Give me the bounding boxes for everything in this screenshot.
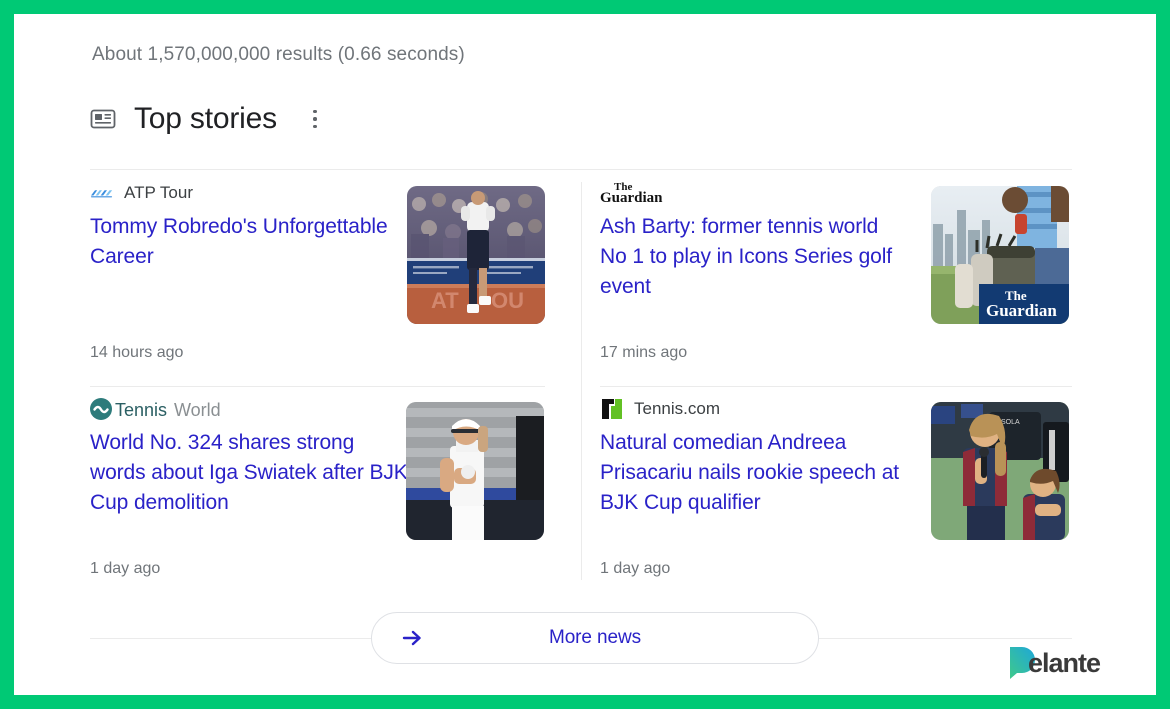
story-source: Tennis World xyxy=(90,396,408,422)
svg-text:AT: AT xyxy=(431,288,459,313)
story-timestamp: 17 mins ago xyxy=(600,344,687,362)
story-text: ATP Tour Tommy Robredo's Unforgettable C… xyxy=(90,180,408,272)
story-source: Tennis.com xyxy=(600,396,902,422)
svg-text:OU: OU xyxy=(491,288,524,313)
story-source-name: ATP Tour xyxy=(124,183,193,203)
arrow-right-icon xyxy=(400,626,424,650)
kebab-menu-icon[interactable] xyxy=(305,106,325,132)
newspaper-icon xyxy=(90,106,116,132)
story-headline[interactable]: World No. 324 shares strong words about … xyxy=(90,428,408,518)
top-stories-header: Top stories xyxy=(90,98,325,140)
story-text: Tennis.com Natural comedian Andreea Pris… xyxy=(600,396,902,518)
top-stories-title: Top stories xyxy=(134,102,277,136)
tennis-com-logo xyxy=(600,397,624,421)
svg-text:Guardian: Guardian xyxy=(986,301,1057,320)
tennisworld-logo: Tennis World xyxy=(90,396,248,422)
story-headline[interactable]: Tommy Robredo's Unforgettable Career xyxy=(90,212,408,272)
story-source: The Guardian xyxy=(600,180,902,206)
search-results-page: About 1,570,000,000 results (0.66 second… xyxy=(14,14,1156,695)
more-news-label: More news xyxy=(549,627,641,649)
story-thumbnail[interactable]: AT OU xyxy=(407,186,545,324)
story-timestamp: 1 day ago xyxy=(600,560,670,578)
more-news-button[interactable]: More news xyxy=(371,612,819,664)
results-count: About 1,570,000,000 results (0.66 second… xyxy=(92,44,465,66)
story-card[interactable]: Tennis World World No. 324 shares strong… xyxy=(90,396,545,586)
story-headline[interactable]: Natural comedian Andreea Prisacariu nail… xyxy=(600,428,902,518)
story-text: The Guardian Ash Barty: former tennis wo… xyxy=(600,180,902,302)
story-headline[interactable]: Ash Barty: former tennis world No 1 to p… xyxy=(600,212,902,302)
story-thumbnail[interactable] xyxy=(406,402,544,540)
story-card[interactable]: ATP Tour Tommy Robredo's Unforgettable C… xyxy=(90,180,545,370)
divider-top xyxy=(90,169,1072,170)
svg-text:Guardian: Guardian xyxy=(600,190,663,206)
svg-text:SOLA: SOLA xyxy=(1001,419,1020,426)
story-card[interactable]: Tennis.com Natural comedian Andreea Pris… xyxy=(600,396,1055,586)
the-guardian-logo: The Guardian xyxy=(600,178,686,208)
delante-watermark: elante xyxy=(1008,645,1138,679)
story-thumbnail[interactable]: The Guardian xyxy=(931,186,1069,324)
divider-vertical xyxy=(581,182,582,580)
story-card[interactable]: The Guardian Ash Barty: former tennis wo… xyxy=(600,180,1055,370)
story-text: Tennis World World No. 324 shares strong… xyxy=(90,396,408,518)
divider-middle-left xyxy=(90,386,545,387)
atp-tour-logo xyxy=(90,186,114,200)
svg-text:elante: elante xyxy=(1028,648,1101,678)
story-timestamp: 14 hours ago xyxy=(90,344,183,362)
svg-text:Tennis: Tennis xyxy=(115,400,167,420)
story-source: ATP Tour xyxy=(90,180,408,206)
svg-text:World: World xyxy=(174,400,221,420)
story-timestamp: 1 day ago xyxy=(90,560,160,578)
story-source-name: Tennis.com xyxy=(634,399,720,419)
story-thumbnail[interactable]: SOLA xyxy=(931,402,1069,540)
divider-middle-right xyxy=(600,386,1072,387)
